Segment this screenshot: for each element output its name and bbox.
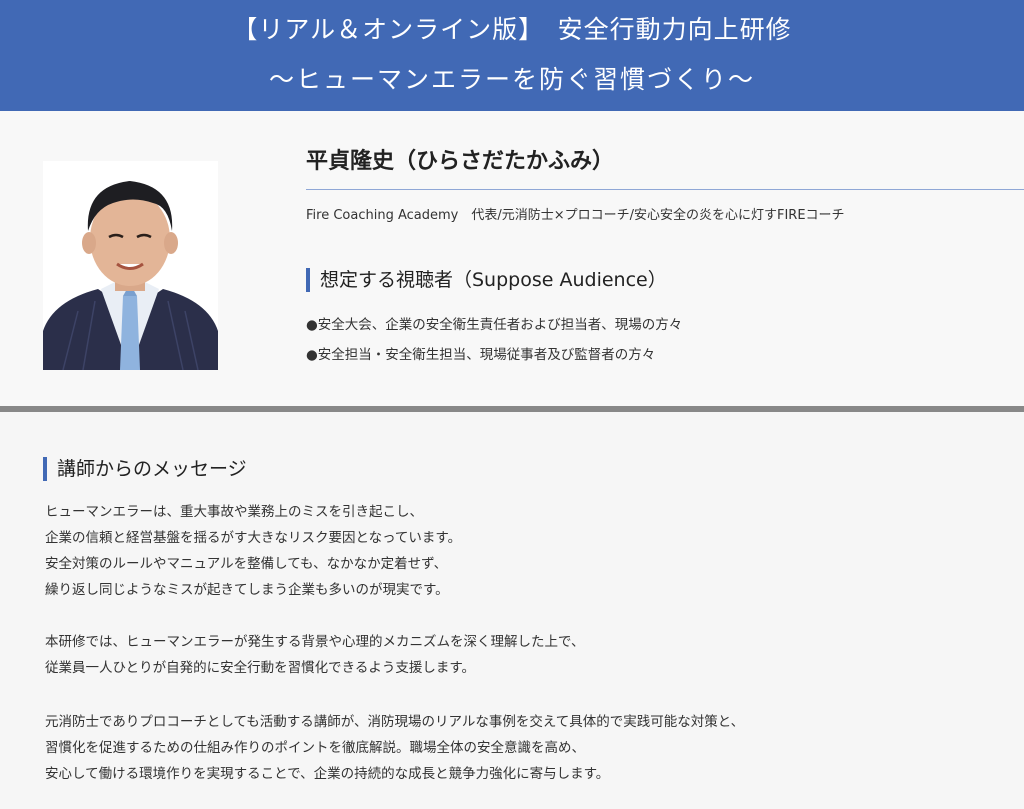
instructor-affiliation: Fire Coaching Academy 代表/元消防士×プロコーチ/安心安全… — [306, 208, 845, 223]
instructor-photo — [43, 161, 218, 370]
message-line: ヒューマンエラーは、重大事故や業務上のミスを引き起こし、 — [45, 504, 423, 520]
message-line: 従業員一人ひとりが自発的に安全行動を習慣化できるよう支援します。 — [45, 660, 475, 676]
page-header: 【リアル＆オンライン版】 安全行動力向上研修 ～ヒューマンエラーを防ぐ習慣づくり… — [0, 0, 1024, 111]
header-subtitle: ～ヒューマンエラーを防ぐ習慣づくり～ — [268, 65, 755, 94]
instructor-message: 講師からのメッセージ ヒューマンエラーは、重大事故や業務上のミスを引き起こし、 … — [0, 412, 1024, 809]
header-title: 【リアル＆オンライン版】 安全行動力向上研修 — [232, 15, 792, 44]
message-line: 企業の信頼と経営基盤を揺るがす大きなリスク要因となっています。 — [45, 530, 462, 546]
message-line: 繰り返し同じようなミスが起きてしまう企業も多いのが現実です。 — [45, 582, 449, 598]
audience-item: ●安全担当・安全衛生担当、現場従事者及び監督者の方々 — [306, 347, 656, 363]
instructor-name: 平貞隆史（ひらさだたかふみ） — [306, 149, 615, 174]
name-divider — [306, 189, 1024, 190]
person-portrait-icon — [43, 161, 218, 370]
message-line: 安全対策のルールやマニュアルを整備しても、なかなか定着せず、 — [45, 556, 448, 572]
audience-heading: 想定する視聴者（Suppose Audience） — [306, 268, 667, 292]
message-line: 習慣化を促進するための仕組み作りのポイントを徹底解説。職場全体の安全意識を高め、 — [45, 740, 585, 756]
message-line: 安心して働ける環境作りを実現することで、企業の持続的な成長と競争力強化に寄与しま… — [45, 766, 610, 782]
instructor-profile: 平貞隆史（ひらさだたかふみ） Fire Coaching Academy 代表/… — [0, 111, 1024, 406]
message-heading: 講師からのメッセージ — [43, 457, 247, 481]
audience-item: ●安全大会、企業の安全衛生責任者および担当者、現場の方々 — [306, 317, 683, 333]
message-line: 本研修では、ヒューマンエラーが発生する背景や心理的メカニズムを深く理解した上で、 — [45, 634, 585, 650]
message-line: 元消防士でありプロコーチとしても活動する講師が、消防現場のリアルな事例を交えて具… — [45, 714, 745, 730]
